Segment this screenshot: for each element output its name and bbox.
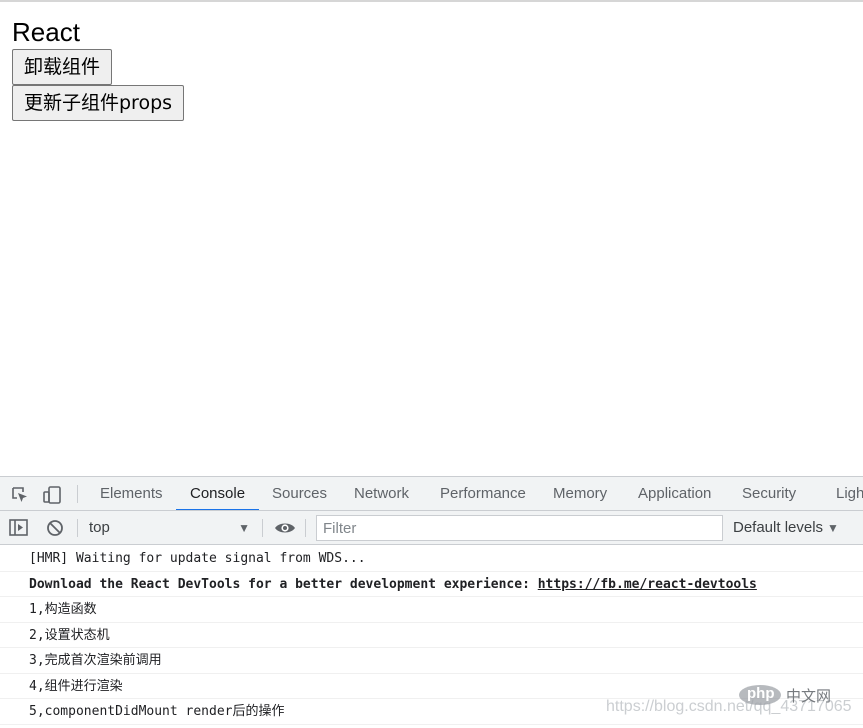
tabbar-separator — [77, 485, 78, 503]
console-message: Download the React DevTools for a better… — [0, 572, 863, 597]
php-cn-logo: php 中文网 — [738, 684, 850, 706]
unmount-component-button[interactable]: 卸载组件 — [12, 49, 113, 85]
tab-security[interactable]: Security — [742, 477, 796, 510]
inspect-element-icon[interactable] — [11, 486, 29, 504]
context-value: top — [89, 519, 110, 536]
console-message: 2,设置状态机 — [0, 623, 863, 648]
caret-down-icon: ▼ — [238, 521, 250, 535]
app-title: React — [12, 17, 80, 47]
toolbar-separator — [262, 519, 263, 537]
tab-console[interactable]: Console — [175, 477, 260, 510]
toolbar-separator — [77, 519, 78, 537]
tab-memory[interactable]: Memory — [553, 477, 607, 510]
toolbar-separator — [305, 519, 306, 537]
tab-elements[interactable]: Elements — [100, 477, 163, 510]
caret-down-icon: ▼ — [827, 521, 839, 535]
console-message: 4,组件进行渲染 — [0, 674, 863, 699]
console-message: [HMR] Waiting for update signal from WDS… — [0, 546, 863, 572]
live-expression-eye-icon[interactable] — [274, 519, 295, 537]
clear-console-icon[interactable] — [46, 519, 64, 537]
tab-sources[interactable]: Sources — [272, 477, 327, 510]
context-selector[interactable]: top ▼ — [80, 516, 258, 540]
tab-lighthouse[interactable]: Ligh — [836, 477, 863, 510]
console-toolbar: top ▼ Default levels▼ — [0, 511, 863, 545]
device-toolbar-icon[interactable] — [43, 486, 61, 504]
tab-application[interactable]: Application — [638, 477, 711, 510]
watermark-logo-cn: 中文网 — [786, 687, 832, 705]
tab-performance[interactable]: Performance — [440, 477, 526, 510]
show-sidebar-icon[interactable] — [9, 519, 28, 537]
update-child-props-button[interactable]: 更新子组件props — [12, 85, 185, 121]
console-message: 3,完成首次渲染前调用 — [0, 648, 863, 674]
react-devtools-link[interactable]: https://fb.me/react-devtools — [538, 577, 757, 592]
page: React 卸载组件 更新子组件props Elements Console S… — [0, 0, 863, 728]
console-message: 1,构造函数 — [0, 597, 863, 623]
log-levels-dropdown[interactable]: Default levels ▼ — [733, 516, 839, 540]
devtools-panel: Elements Console Sources Network Perform… — [0, 476, 863, 728]
devtools-tabbar: Elements Console Sources Network Perform… — [0, 477, 863, 511]
watermark-logo-php: php — [747, 685, 775, 702]
filter-input[interactable] — [316, 515, 723, 541]
tab-network[interactable]: Network — [354, 477, 409, 510]
app-viewport: React 卸载组件 更新子组件props — [0, 2, 863, 476]
log-levels-label: Default levels — [733, 519, 824, 536]
